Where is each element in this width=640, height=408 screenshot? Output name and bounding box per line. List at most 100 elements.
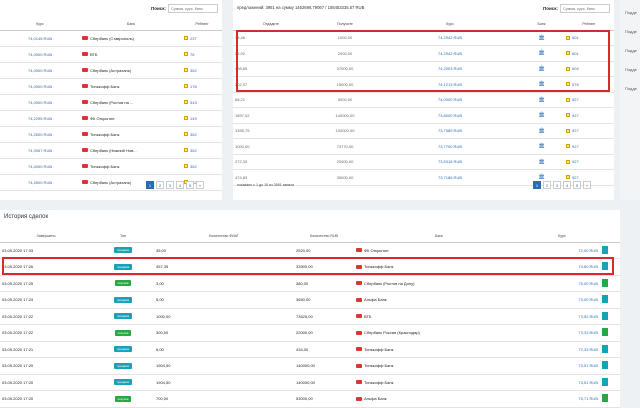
row-action-button[interactable]: [602, 361, 608, 370]
action-cell: [600, 374, 620, 391]
rating-value: 601: [566, 51, 612, 56]
table-row[interactable]: 03.05.2020 17:21 продажа 6,00 434,00 Тинькоф…: [0, 341, 620, 358]
table-row[interactable]: 1897,02 140000,00 73,8000 RUB 🏛 927: [233, 107, 614, 124]
bank-label: Тинькофф Банк: [364, 363, 394, 369]
table-row[interactable]: 03.05.2020 17:25 покупка 3,00 380,00 Сбербан…: [0, 275, 620, 292]
page-button[interactable]: 2: [156, 181, 164, 189]
rating-badge-icon: [566, 82, 570, 87]
col-rate[interactable]: Курс: [524, 230, 600, 243]
page-button[interactable]: 2: [543, 181, 551, 189]
table-row[interactable]: 74,2600 RUB Тинькофф Банк 362: [0, 126, 222, 143]
get-cell: 73770,00: [309, 138, 381, 155]
col-get[interactable]: Получите: [309, 18, 381, 31]
page-button[interactable]: 4: [176, 181, 184, 189]
search-input[interactable]: [560, 4, 610, 13]
row-action-button[interactable]: [602, 295, 608, 304]
col-give[interactable]: Отдадите: [233, 18, 309, 31]
col-completed[interactable]: Завершено: [0, 230, 92, 243]
col-bank[interactable]: Банк: [80, 18, 182, 31]
page-button[interactable]: 4: [563, 181, 571, 189]
table-row[interactable]: 74,0000 RUB ВТБ 76: [0, 46, 222, 63]
rating-cell: 362: [182, 126, 222, 143]
row-action-button[interactable]: [602, 245, 608, 254]
date-cell: 03.05.2020 17:22: [0, 308, 92, 325]
row-action-button[interactable]: [602, 311, 608, 320]
bank-cell: 🏛: [519, 92, 564, 108]
bank-label: Сбербанк (Астрахань): [90, 67, 132, 73]
row-action-button[interactable]: [602, 278, 608, 287]
page-next-button[interactable]: »: [196, 181, 204, 189]
col-rating[interactable]: Рейтинг: [182, 18, 222, 31]
page-next-button[interactable]: »: [583, 181, 591, 189]
col-rating[interactable]: Рейтинг: [564, 18, 614, 31]
table-row[interactable]: 74,3067 RUB Сбербанк (Нижний Нов... 362: [0, 142, 222, 159]
table-row[interactable]: 03.05.2020 17:33 продажа 35,00 2520,00 ФК От…: [0, 242, 620, 259]
page-button[interactable]: 3: [166, 181, 174, 189]
offers-summary: предложений: 3951 на сумму 1462696,79067…: [237, 5, 365, 10]
rub-cell: 53000,00: [294, 390, 354, 408]
side-labels: Подде Подде Подде Подде Подде: [625, 10, 637, 91]
bank-building-icon: 🏛: [538, 50, 545, 57]
col-bank[interactable]: Банк: [354, 230, 524, 243]
table-row[interactable]: 26,92 2000,00 74,2942 RUB 🏛 601: [233, 45, 614, 62]
bank-label: Тинькофф Банк: [364, 346, 394, 352]
page-button[interactable]: 1: [533, 181, 541, 189]
bank-cell: Альфа Банк: [354, 390, 524, 408]
rate-cell: 74,1213 RUB: [381, 76, 519, 93]
row-action-button[interactable]: [602, 344, 608, 353]
row-action-button[interactable]: [602, 377, 608, 386]
table-row[interactable]: 272,33 20000,00 73,5318 RUB 🏛 927: [233, 154, 614, 170]
col-rate[interactable]: Курс: [0, 18, 80, 31]
col-rub[interactable]: Количество RUB: [294, 230, 354, 243]
bank-building-icon: 🏛: [538, 81, 545, 88]
page-button[interactable]: 1: [146, 181, 154, 189]
search-input[interactable]: [168, 4, 218, 13]
fiat-cell: 5,00: [154, 291, 294, 309]
col-fiat[interactable]: Количество ФИАТ: [154, 230, 294, 243]
table-row[interactable]: 74,4000 RUB Тинькофф Банк 362: [0, 158, 222, 175]
rate-cell: 73,00 RUB: [524, 291, 600, 309]
rating-value: 237: [184, 36, 220, 41]
fiat-cell: 6,00: [154, 341, 294, 358]
table-row[interactable]: 03.05.2020 17:20 продажа 1904,50 140000,00 Т…: [0, 357, 620, 375]
table-row[interactable]: 74,0145 RUB Сбербанк (Ставрополь) 237: [0, 30, 222, 47]
col-type[interactable]: Тип: [92, 230, 154, 243]
date-cell: 03.05.2020 17:20: [0, 390, 92, 408]
col-bank[interactable]: Банк: [519, 18, 564, 31]
rating-value: 527: [566, 97, 612, 102]
table-row[interactable]: 03.05.2020 17:22 продажа 1000,00 73525,00 ВТ…: [0, 308, 620, 325]
table-row[interactable]: 74,0000 RUB Тинькофф Банк 178: [0, 78, 222, 95]
table-row[interactable]: 74,2295 RUB ФК Открытие 149: [0, 110, 222, 127]
get-cell: 35000,00: [309, 169, 381, 186]
rating-value: 601: [566, 35, 612, 40]
fiat-cell: 35,00: [154, 242, 294, 259]
row-action-button[interactable]: [602, 328, 608, 337]
bank-cell: Сбербанк (Ставрополь): [80, 30, 182, 47]
get-cell: 140000,00: [309, 107, 381, 124]
table-row[interactable]: 74,0000 RUB Сбербанк (Ростов на ... 543: [0, 94, 222, 111]
page-button[interactable]: 5: [573, 181, 581, 189]
table-row[interactable]: 1355,75 100000,00 73,7589 RUB 🏛 927: [233, 123, 614, 139]
table-row[interactable]: 03.05.2020 17:24 продажа 5,00 3650,00 Альфа …: [0, 291, 620, 309]
row-action-button[interactable]: [602, 262, 608, 271]
col-rate[interactable]: Курс: [381, 18, 519, 31]
table-row[interactable]: 13,46 1000,00 74,2942 RUB 🏛 601: [233, 30, 614, 46]
bank-label: Альфа Банк: [364, 297, 387, 303]
bank-cell: ВТБ: [80, 46, 182, 63]
row-action-button[interactable]: [602, 394, 608, 403]
table-row[interactable]: 202,37 15000,00 74,1213 RUB 🏛 578: [233, 76, 614, 93]
table-row[interactable]: 74,0000 RUB Сбербанк (Астрахань) 362: [0, 62, 222, 79]
table-row[interactable]: 03.05.2020 17:20 продажа 1904,50 140000,00 Т…: [0, 374, 620, 391]
rate-cell: 75,71 RUB: [524, 390, 600, 408]
rate-cell: 74,2942 RUB: [381, 30, 519, 46]
table-row[interactable]: 03.05.2020 17:22 покупка 300,00 22000,00 Сбе…: [0, 324, 620, 342]
table-row[interactable]: 498,65 37000,00 74,2003 RUB 🏛 504: [233, 61, 614, 77]
table-row[interactable]: 03.05.2020 17:20 покупка 700,00 53000,00 Аль…: [0, 390, 620, 408]
table-row[interactable]: 68,21 5000,00 74,0000 RUB 🏛 527: [233, 92, 614, 108]
table-row[interactable]: 1000,00 73770,00 73,7700 RUB 🏛 927: [233, 138, 614, 155]
page-button[interactable]: 3: [553, 181, 561, 189]
table-row[interactable]: 03.05.2020 17:26 продажа 457,35 33900,00 Тин…: [0, 258, 620, 276]
rating-cell: 927: [564, 123, 614, 139]
bank-name: Сбербанк (Ставрополь): [82, 36, 180, 41]
page-button[interactable]: 5: [186, 181, 194, 189]
